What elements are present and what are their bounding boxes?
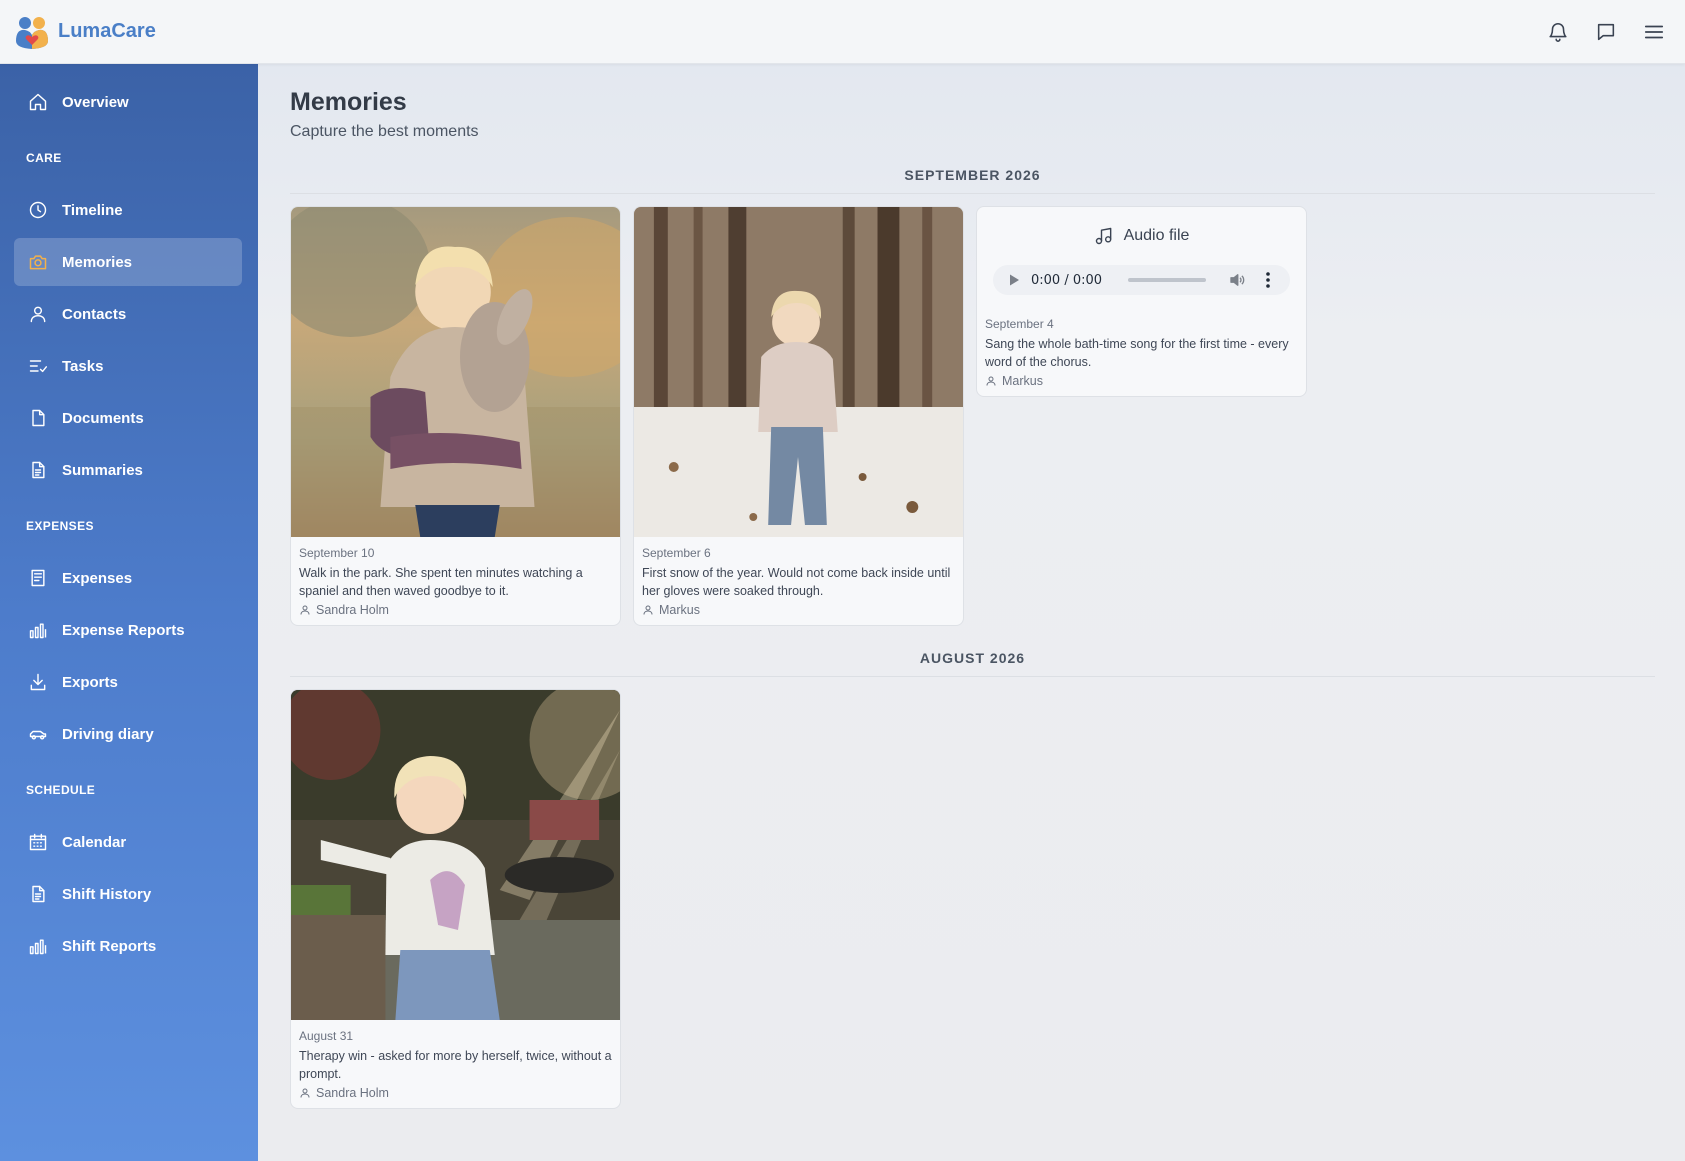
- sidebar-item-exports[interactable]: Exports: [14, 658, 242, 706]
- audio-time: 0:00 / 0:00: [1031, 272, 1103, 288]
- person-icon: [299, 604, 311, 616]
- memory-author: Markus: [642, 603, 955, 617]
- lumacare-logo-icon: [13, 13, 51, 51]
- memory-text: Sang the whole bath-time song for the fi…: [985, 337, 1289, 369]
- bar-chart-icon: [28, 936, 48, 956]
- sidebar-item-shift-history[interactable]: Shift History: [14, 870, 242, 918]
- sidebar-section-expenses: EXPENSES: [26, 519, 94, 533]
- person-icon: [299, 1087, 311, 1099]
- sidebar-item-expenses[interactable]: Expenses: [14, 554, 242, 602]
- memory-card[interactable]: August 31 Therapy win - asked for more b…: [290, 689, 621, 1109]
- person-icon: [985, 375, 997, 387]
- more-options-icon[interactable]: [1260, 271, 1276, 289]
- audio-header: Audio file: [977, 207, 1306, 265]
- sidebar-item-timeline[interactable]: Timeline: [14, 186, 242, 234]
- calendar-icon: [28, 832, 48, 852]
- person-icon: [642, 604, 654, 616]
- audio-player: 0:00 / 0:00: [993, 265, 1290, 295]
- messages-button[interactable]: [1593, 19, 1619, 45]
- memory-card[interactable]: September 10 Walk in the park. She spent…: [290, 206, 621, 626]
- memory-text: Therapy win - asked for more by herself,…: [299, 1049, 612, 1081]
- home-icon: [28, 92, 48, 112]
- sidebar-section-schedule: SCHEDULE: [26, 783, 96, 797]
- memory-date: September 10: [299, 546, 375, 560]
- memory-author-name: Sandra Holm: [316, 1086, 389, 1100]
- clock-icon: [28, 200, 48, 220]
- sidebar-item-summaries[interactable]: Summaries: [14, 446, 242, 494]
- audio-progress-slider[interactable]: [1128, 278, 1207, 282]
- memory-photo[interactable]: [634, 207, 963, 537]
- memory-grid: August 31 Therapy win - asked for more b…: [290, 689, 1655, 1109]
- sidebar-item-label: Shift History: [62, 885, 152, 903]
- memory-author: Sandra Holm: [299, 603, 612, 617]
- sidebar-item-label: Documents: [62, 409, 144, 427]
- car-icon: [28, 724, 48, 744]
- memory-photo[interactable]: [291, 690, 620, 1020]
- sidebar-item-label: Contacts: [62, 305, 127, 323]
- chat-icon: [1595, 21, 1617, 43]
- volume-icon[interactable]: [1228, 271, 1246, 289]
- bar-chart-icon: [28, 620, 48, 640]
- hamburger-icon: [1643, 21, 1665, 43]
- memory-date: August 31: [299, 1029, 354, 1043]
- sidebar-item-label: Driving diary: [62, 725, 154, 743]
- document-icon: [28, 408, 48, 428]
- download-icon: [28, 672, 48, 692]
- sidebar-item-label: Expenses: [62, 569, 133, 587]
- app-name: LumaCare: [58, 20, 156, 42]
- play-icon[interactable]: [1007, 273, 1021, 287]
- document-text-icon: [28, 884, 48, 904]
- sidebar-item-label: Overview: [62, 93, 129, 111]
- bell-icon: [1547, 21, 1569, 43]
- sidebar-item-label: Memories: [62, 253, 133, 271]
- sidebar-item-label: Timeline: [62, 201, 123, 219]
- page-subtitle: Capture the best moments: [290, 123, 479, 140]
- memory-author: Markus: [985, 374, 1298, 388]
- memory-author-name: Markus: [659, 603, 700, 617]
- audio-label: Audio file: [1123, 227, 1190, 244]
- memory-text: Walk in the park. She spent ten minutes …: [299, 566, 583, 598]
- document-text-icon: [28, 460, 48, 480]
- brand[interactable]: LumaCare: [13, 13, 156, 51]
- sidebar-item-calendar[interactable]: Calendar: [14, 818, 242, 866]
- sidebar-item-label: Exports: [62, 673, 118, 691]
- sidebar-item-documents[interactable]: Documents: [14, 394, 242, 442]
- memory-grid: September 10 Walk in the park. She spent…: [290, 206, 1655, 626]
- month-header: AUGUST 2026: [290, 650, 1655, 677]
- memory-author-name: Sandra Holm: [316, 603, 389, 617]
- menu-button[interactable]: [1641, 19, 1667, 45]
- receipt-icon: [28, 568, 48, 588]
- memory-author: Sandra Holm: [299, 1086, 612, 1100]
- page-title: Memories: [290, 88, 407, 116]
- sidebar-item-label: Shift Reports: [62, 937, 157, 955]
- sidebar-item-label: Expense Reports: [62, 621, 185, 639]
- sidebar: Overview CARE Timeline Memories Contacts…: [0, 64, 258, 1161]
- memory-author-name: Markus: [1002, 374, 1043, 388]
- main-content: Memories Capture the best moments SEPTEM…: [258, 64, 1685, 1161]
- memory-text: First snow of the year. Would not come b…: [642, 566, 951, 598]
- sidebar-item-tasks[interactable]: Tasks: [14, 342, 242, 390]
- sidebar-item-contacts[interactable]: Contacts: [14, 290, 242, 338]
- sidebar-item-label: Tasks: [62, 357, 104, 375]
- user-icon: [28, 304, 48, 324]
- memory-card[interactable]: September 6 First snow of the year. Woul…: [633, 206, 964, 626]
- sidebar-item-shift-reports[interactable]: Shift Reports: [14, 922, 242, 970]
- month-header: SEPTEMBER 2026: [290, 167, 1655, 194]
- memory-date: September 4: [985, 317, 1054, 331]
- top-bar: LumaCare: [0, 0, 1685, 64]
- sidebar-section-care: CARE: [26, 151, 62, 165]
- camera-icon: [28, 252, 48, 272]
- checklist-icon: [28, 356, 48, 376]
- memory-card-audio[interactable]: Audio file 0:00 / 0:00 September 4 Sang …: [976, 206, 1307, 397]
- memory-photo[interactable]: [291, 207, 620, 537]
- memory-date: September 6: [642, 546, 711, 560]
- sidebar-item-label: Calendar: [62, 833, 127, 851]
- sidebar-item-label: Summaries: [62, 461, 143, 479]
- sidebar-item-memories[interactable]: Memories: [14, 238, 242, 286]
- sidebar-item-overview[interactable]: Overview: [14, 78, 242, 126]
- music-note-icon: [1094, 226, 1114, 246]
- sidebar-item-driving-diary[interactable]: Driving diary: [14, 710, 242, 758]
- sidebar-item-expense-reports[interactable]: Expense Reports: [14, 606, 242, 654]
- notifications-button[interactable]: [1545, 19, 1571, 45]
